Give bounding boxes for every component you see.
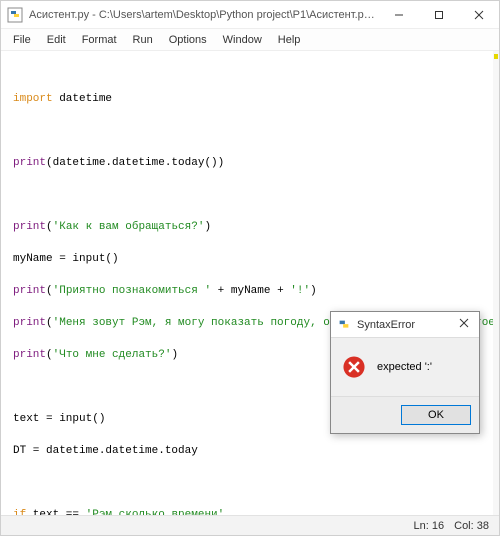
error-strip [493,51,499,515]
menu-window[interactable]: Window [215,31,270,49]
menubar: File Edit Format Run Options Window Help [1,29,499,51]
minimize-button[interactable] [379,1,419,29]
close-button[interactable] [459,1,499,29]
dialog-body: expected ':' [331,338,479,396]
dialog-footer: OK [331,396,479,433]
menu-run[interactable]: Run [125,31,161,49]
idle-window: Асистент.py - C:\Users\artem\Desktop\Pyt… [0,0,500,536]
syntax-error-dialog: SyntaxError expected ':' OK [330,311,480,434]
maximize-button[interactable] [419,1,459,29]
line-indicator: Ln: 16 [414,520,445,532]
window-title: Асистент.py - C:\Users\artem\Desktop\Pyt… [29,9,379,21]
dialog-titlebar: SyntaxError [331,312,479,338]
col-indicator: Col: 38 [454,520,489,532]
python-icon [337,318,351,332]
titlebar: Асистент.py - C:\Users\artem\Desktop\Pyt… [1,1,499,29]
window-controls [379,1,499,29]
python-file-icon [7,7,23,23]
error-icon [341,354,367,380]
warning-marker [494,54,498,59]
menu-options[interactable]: Options [161,31,215,49]
menu-edit[interactable]: Edit [39,31,74,49]
menu-file[interactable]: File [5,31,39,49]
menu-format[interactable]: Format [74,31,125,49]
dialog-title: SyntaxError [357,319,455,331]
dialog-message: expected ':' [377,361,432,373]
statusbar: Ln: 16 Col: 38 [1,515,499,535]
code-editor[interactable]: import datetime print(datetime.datetime.… [1,51,499,515]
dialog-close-button[interactable] [455,318,473,331]
ok-button[interactable]: OK [401,405,471,425]
menu-help[interactable]: Help [270,31,309,49]
